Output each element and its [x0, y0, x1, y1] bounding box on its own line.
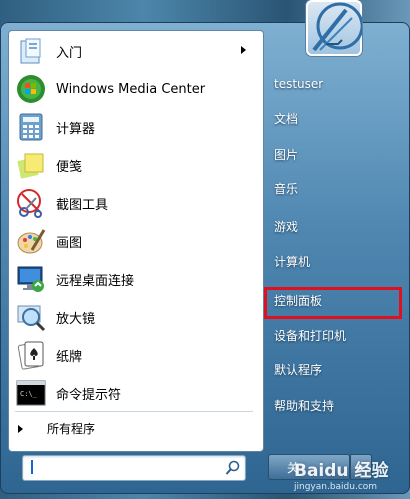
all-programs-button[interactable]: 所有程序 — [18, 420, 95, 437]
right-item-games[interactable]: 游戏 — [266, 211, 402, 241]
right-item-pictures[interactable]: 图片 — [266, 139, 402, 169]
right-item-label: 默认程序 — [274, 362, 323, 377]
right-item-label: 文档 — [274, 111, 299, 126]
remote-desktop-icon — [15, 263, 47, 295]
program-sticky-notes[interactable]: 便笺 — [15, 148, 255, 182]
program-windows-media-center[interactable]: Windows Media Center — [15, 72, 255, 106]
search-input[interactable] — [22, 455, 246, 481]
program-label: 便笺 — [56, 159, 83, 175]
solitaire-icon — [15, 339, 47, 371]
command-prompt-icon: C:\_ — [15, 377, 47, 409]
program-calculator[interactable]: 计算器 — [15, 110, 255, 144]
program-command-prompt[interactable]: C:\_ 命令提示符 — [15, 376, 255, 410]
right-item-default-programs[interactable]: 默认程序 — [266, 354, 402, 384]
separator — [15, 411, 253, 412]
right-item-devices-and-printers[interactable]: 设备和打印机 — [266, 320, 402, 350]
watermark-brand: Baidu 经验 — [294, 461, 389, 481]
program-remote-desktop[interactable]: 远程桌面连接 — [15, 262, 255, 296]
program-getting-started[interactable]: 入门 — [15, 34, 255, 68]
right-item-help-and-support[interactable]: 帮助和支持 — [266, 390, 402, 420]
program-snipping-tool[interactable]: 截图工具 — [15, 186, 255, 220]
magnifier-icon — [15, 301, 47, 333]
windows-media-center-icon — [15, 73, 47, 105]
right-item-label: testuser — [274, 77, 324, 91]
sticky-notes-icon — [15, 149, 47, 181]
search-icon[interactable] — [225, 460, 241, 476]
right-item-documents[interactable]: 文档 — [266, 103, 402, 133]
snipping-tool-icon — [15, 187, 47, 219]
program-label: 纸牌 — [56, 349, 83, 365]
program-label: 命令提示符 — [56, 387, 122, 403]
right-item-label: 计算机 — [274, 254, 311, 269]
control-panel-highlight — [264, 287, 402, 319]
program-solitaire[interactable]: 纸牌 — [15, 338, 255, 372]
right-item-label: 音乐 — [274, 181, 299, 196]
watermark-url: jingyan.baidu.com — [294, 482, 378, 492]
calculator-icon — [15, 111, 47, 143]
program-label: 计算器 — [56, 121, 96, 137]
program-magnifier[interactable]: 放大镜 — [15, 300, 255, 334]
program-label: Windows Media Center — [56, 81, 206, 97]
right-item-user[interactable]: testuser — [266, 69, 402, 99]
paint-icon — [15, 225, 47, 257]
user-picture[interactable] — [306, 0, 362, 56]
right-item-computer[interactable]: 计算机 — [266, 246, 402, 276]
program-paint[interactable]: 画图 — [15, 224, 255, 258]
all-programs-arrow-icon — [18, 424, 23, 433]
text-cursor — [31, 460, 33, 474]
svg-text:C:\_: C:\_ — [20, 390, 38, 398]
program-label: 放大镜 — [56, 311, 96, 327]
right-item-label: 设备和打印机 — [274, 328, 347, 343]
right-item-music[interactable]: 音乐 — [266, 173, 402, 203]
submenu-arrow-icon[interactable] — [241, 46, 246, 54]
program-label: 远程桌面连接 — [56, 273, 135, 289]
program-label: 入门 — [56, 45, 83, 61]
right-item-label: 游戏 — [274, 219, 299, 234]
program-label: 截图工具 — [56, 197, 109, 213]
all-programs-label: 所有程序 — [47, 422, 96, 436]
getting-started-icon — [15, 35, 47, 67]
right-item-label: 帮助和支持 — [274, 398, 335, 413]
right-item-label: 图片 — [274, 147, 299, 162]
programs-pane: 入门 Windows Media Center 计算器 便笺 截图工具 画图 远… — [8, 30, 264, 452]
program-label: 画图 — [56, 235, 83, 251]
user-picture-art — [312, 2, 362, 52]
